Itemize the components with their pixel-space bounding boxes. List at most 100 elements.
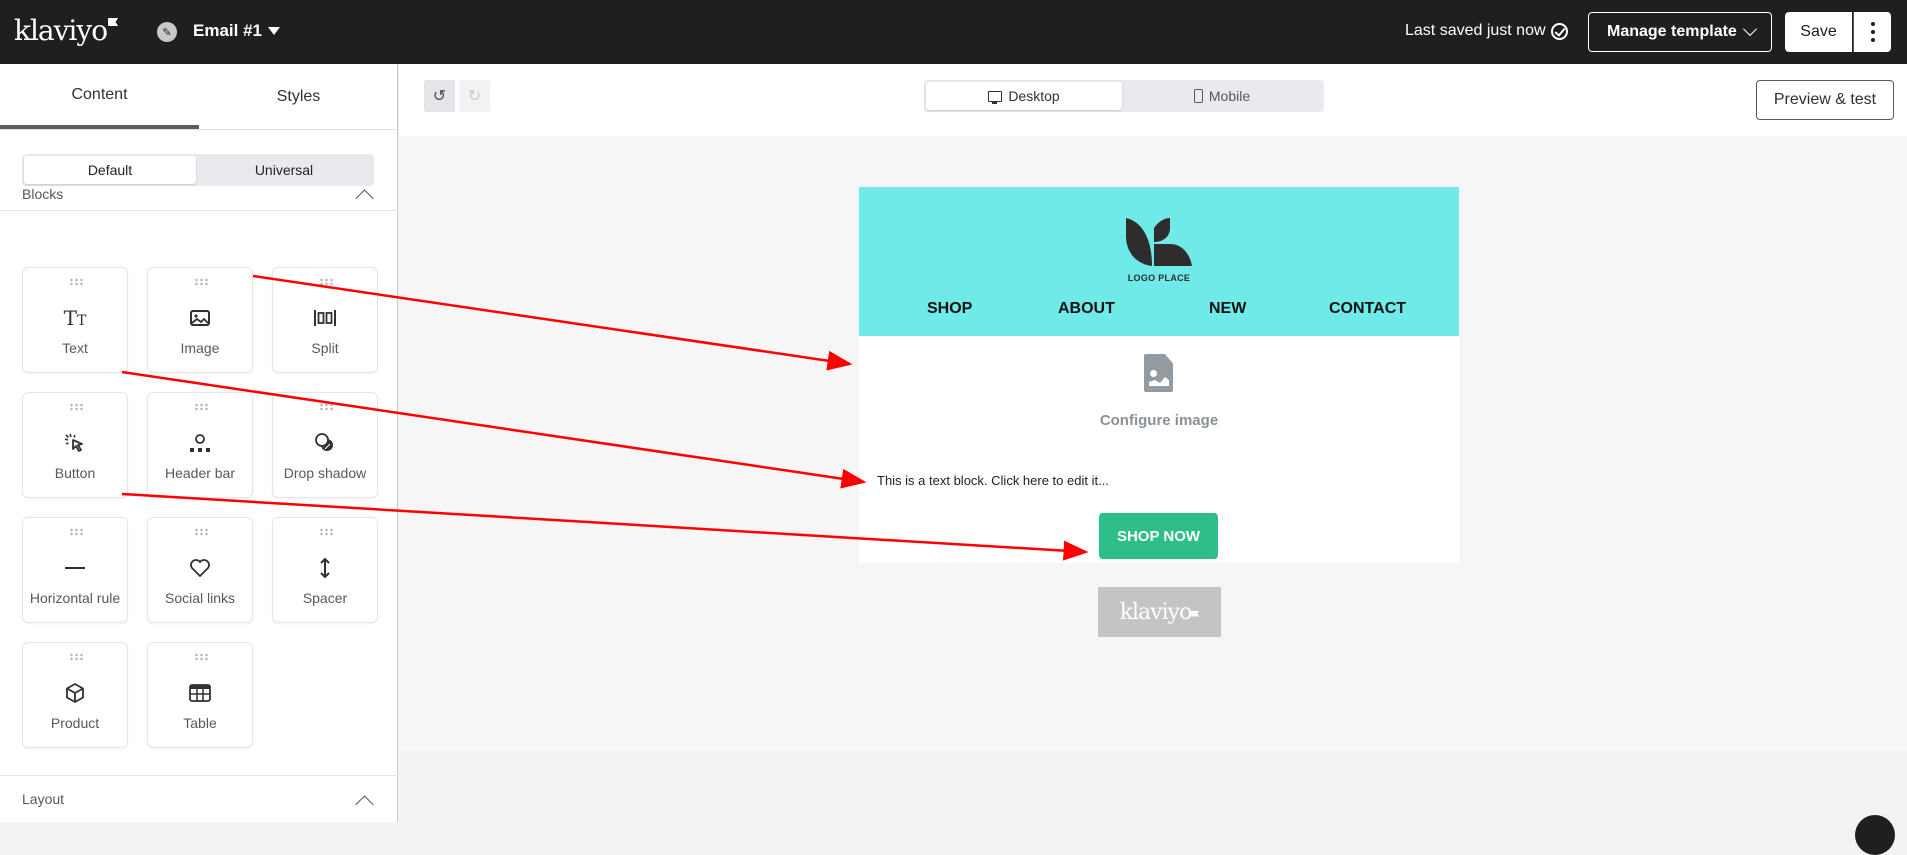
- drag-handle-icon[interactable]: [194, 528, 208, 536]
- email-preview: LOGO PLACE SHOP ABOUT NEW CONTACT Config…: [859, 187, 1459, 637]
- text-block[interactable]: This is a text block. Click here to edit…: [877, 473, 1109, 488]
- more-options-button[interactable]: [1853, 12, 1891, 52]
- sidebar: Content Styles Default Universal Blocks …: [0, 64, 398, 822]
- block-label: Social links: [164, 590, 236, 606]
- block-label: Button: [54, 465, 96, 481]
- undo-button[interactable]: ↺: [424, 80, 455, 112]
- block-label: Header bar: [164, 465, 236, 481]
- klaviyo-footer-badge: klaviyo: [1098, 587, 1221, 637]
- block-label: Split: [311, 340, 339, 356]
- drag-handle-icon[interactable]: [194, 403, 208, 411]
- top-bar: klaviyo ✎ Email #1 Last saved just now M…: [0, 0, 1907, 64]
- default-option[interactable]: Default: [24, 156, 196, 184]
- chevron-up-icon[interactable]: [355, 189, 374, 208]
- flag-icon: [1191, 610, 1200, 617]
- block-product[interactable]: Product: [22, 642, 128, 748]
- chevron-up-icon[interactable]: [355, 795, 374, 814]
- canvas-toolbar: ↺ ↻ Desktop Mobile Preview & test: [399, 64, 1907, 136]
- email-name[interactable]: Email #1: [193, 21, 262, 41]
- drag-handle-icon[interactable]: [69, 653, 83, 661]
- nav-link-shop[interactable]: SHOP: [927, 300, 972, 318]
- block-label: Image: [180, 340, 220, 356]
- tab-styles[interactable]: Styles: [199, 64, 398, 129]
- configure-image-label: Configure image: [1099, 412, 1219, 429]
- view-toggle: Desktop Mobile: [924, 80, 1324, 112]
- heart-icon: [148, 556, 252, 580]
- chevron-down-icon: [1742, 21, 1758, 37]
- block-spacer[interactable]: Spacer: [272, 517, 378, 623]
- email-body: Configure image This is a text block. Cl…: [859, 336, 1459, 563]
- block-button[interactable]: Button: [22, 392, 128, 498]
- block-table[interactable]: Table: [147, 642, 253, 748]
- redo-button[interactable]: ↻: [459, 80, 490, 112]
- brand-text: klaviyo: [14, 14, 108, 47]
- image-icon: [148, 306, 252, 330]
- logo-text: LOGO PLACE: [1127, 273, 1191, 283]
- block-label: Drop shadow: [283, 465, 367, 481]
- block-drop-shadow[interactable]: Drop shadow: [272, 392, 378, 498]
- klaviyo-logo[interactable]: klaviyo: [14, 14, 119, 47]
- flag-icon: [108, 18, 119, 26]
- drag-handle-icon[interactable]: [69, 278, 83, 286]
- mobile-view-button[interactable]: Mobile: [1124, 82, 1320, 110]
- help-chat-button[interactable]: [1855, 815, 1895, 855]
- block-label: Product: [50, 715, 100, 731]
- split-icon: [273, 306, 377, 330]
- block-image[interactable]: Image: [147, 267, 253, 373]
- drag-handle-icon[interactable]: [194, 653, 208, 661]
- pencil-icon[interactable]: ✎: [157, 22, 177, 42]
- tab-content[interactable]: Content: [0, 64, 199, 129]
- save-button[interactable]: Save: [1785, 12, 1852, 52]
- block-split[interactable]: Split: [272, 267, 378, 373]
- text-icon: TT: [63, 306, 87, 330]
- table-icon: [148, 681, 252, 705]
- nav-link-about[interactable]: ABOUT: [1058, 300, 1115, 318]
- divider: [0, 129, 398, 130]
- redo-icon: ↻: [467, 88, 482, 105]
- mobile-label: Mobile: [1208, 88, 1251, 104]
- dot: [1870, 30, 1875, 34]
- block-social-links[interactable]: Social links: [147, 517, 253, 623]
- check-circle-icon: [1551, 23, 1568, 40]
- drag-handle-icon[interactable]: [69, 528, 83, 536]
- nav-link-contact[interactable]: CONTACT: [1329, 300, 1406, 318]
- manage-template-label: Manage template: [1607, 23, 1737, 40]
- shop-now-button[interactable]: SHOP NOW: [1099, 513, 1218, 559]
- block-label: Spacer: [302, 590, 348, 606]
- caret-down-icon[interactable]: [268, 27, 280, 35]
- desktop-icon: [988, 90, 1003, 104]
- drop-shadow-icon: [273, 431, 377, 455]
- drag-handle-icon[interactable]: [194, 278, 208, 286]
- undo-icon: ↺: [432, 88, 447, 105]
- drag-handle-icon[interactable]: [319, 278, 333, 286]
- drag-handle-icon[interactable]: [319, 403, 333, 411]
- universal-option[interactable]: Universal: [198, 156, 370, 184]
- content-scope-toggle: Default Universal: [22, 154, 374, 186]
- block-label: Text: [62, 340, 88, 356]
- email-header-block[interactable]: LOGO PLACE SHOP ABOUT NEW CONTACT: [859, 187, 1459, 336]
- block-label: Table: [183, 715, 217, 731]
- horizontal-rule-icon: [23, 556, 127, 580]
- image-placeholder-block[interactable]: Configure image: [859, 336, 1459, 446]
- block-header-bar[interactable]: Header bar: [147, 392, 253, 498]
- header-bar-icon: [148, 431, 252, 455]
- divider: [0, 775, 398, 776]
- divider: [0, 210, 398, 211]
- nav-link-new[interactable]: NEW: [1209, 300, 1246, 318]
- logo-mark-icon: [1126, 218, 1192, 266]
- dot: [1870, 22, 1875, 26]
- desktop-view-button[interactable]: Desktop: [926, 82, 1122, 110]
- button-icon: [23, 431, 127, 455]
- footer-brand-text: klaviyo: [1119, 599, 1193, 625]
- block-label: Horizontal rule: [29, 590, 121, 606]
- image-file-icon: [1144, 354, 1173, 392]
- spacer-icon: [273, 556, 377, 580]
- save-status: Last saved just now: [1405, 22, 1546, 39]
- preview-and-test-button[interactable]: Preview & test: [1756, 80, 1894, 120]
- drag-handle-icon[interactable]: [319, 528, 333, 536]
- block-text[interactable]: TT Text: [22, 267, 128, 373]
- block-horizontal-rule[interactable]: Horizontal rule: [22, 517, 128, 623]
- manage-template-button[interactable]: Manage template: [1588, 12, 1772, 52]
- product-icon: [23, 681, 127, 705]
- drag-handle-icon[interactable]: [69, 403, 83, 411]
